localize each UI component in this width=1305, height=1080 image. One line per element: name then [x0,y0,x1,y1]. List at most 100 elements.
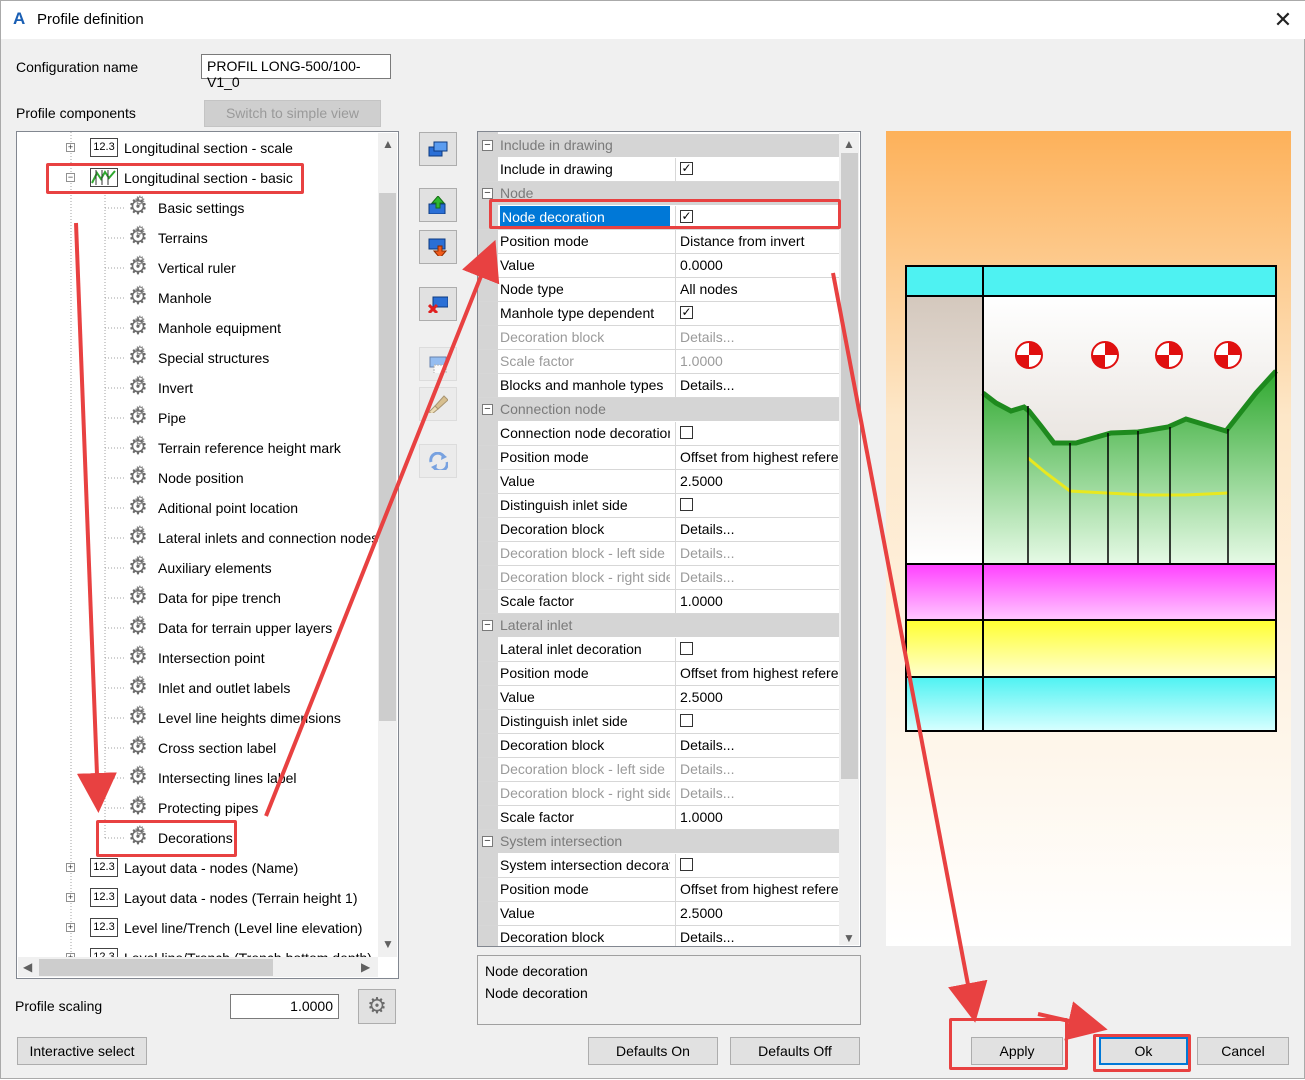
properties-scroll-up-icon[interactable]: ▲ [843,137,855,151]
expand-icon[interactable]: + [66,863,75,872]
tree-child-data-for-terrain-upper-layers[interactable]: ⚙Data for terrain upper layers [17,608,398,642]
expand-icon[interactable]: + [66,893,75,902]
tree-node[interactable]: +12.3 Layout data - nodes (Terrain height… [17,884,398,912]
switch-to-simple-view-button[interactable]: Switch to simple view [204,100,381,127]
tree-child-aditional-point-location[interactable]: ⚙Aditional point location [17,488,398,522]
checkbox-unchecked[interactable] [680,858,693,872]
property-value[interactable]: Details... [675,734,840,757]
scaling-settings-button[interactable]: ⚙ [358,989,396,1024]
property-value[interactable]: 2.5000 [675,686,840,709]
property-value[interactable]: 1.0000 [675,806,840,829]
property-row[interactable]: Value 2.5000 [478,470,840,494]
collapse-icon[interactable]: − [482,836,493,847]
property-value[interactable]: Offset from highest reference [675,878,840,901]
property-value[interactable]: ✓ [675,302,840,325]
tree-node[interactable]: +12.3 Level line/Trench (Level line eleva… [17,914,398,942]
tree-child-manhole-equipment[interactable]: ⚙Manhole equipment [17,308,398,342]
properties-scroll-thumb[interactable] [841,153,858,779]
checkbox-checked[interactable]: ✓ [680,162,693,176]
clear-format-button[interactable] [419,387,457,421]
tree-node[interactable]: +12.3 Layout data - nodes (Name) [17,854,398,882]
tree-child-intersecting-lines-label[interactable]: ⚙Intersecting lines label [17,758,398,792]
property-value[interactable]: Details... [675,782,840,805]
property-value[interactable]: 2.5000 [675,470,840,493]
defaults-off-button[interactable]: Defaults Off [730,1037,860,1065]
property-value[interactable]: Details... [675,326,840,349]
tree-child-terrain-reference-height-mark[interactable]: ⚙Terrain reference height mark [17,428,398,462]
property-row[interactable]: Decoration block Details... [478,926,840,946]
tree-vertical-scroll-thumb[interactable] [379,193,396,721]
property-row[interactable]: Value 2.5000 [478,902,840,926]
collapse-icon[interactable]: − [482,140,493,151]
property-row[interactable]: Value 2.5000 [478,686,840,710]
property-row[interactable]: Include in drawing ✓ [478,158,840,182]
property-value[interactable] [675,710,840,733]
property-value[interactable]: 2.5000 [675,902,840,925]
property-row[interactable]: Decoration block Details... [478,734,840,758]
tree-child-cross-section-label[interactable]: ⚙Cross section label [17,728,398,762]
checkbox-checked[interactable]: ✓ [680,306,693,320]
tree-child-invert[interactable]: ⚙Invert [17,368,398,402]
collapse-icon[interactable]: − [482,620,493,631]
checkbox-unchecked[interactable] [680,426,693,440]
checkbox-unchecked[interactable] [680,714,693,728]
property-row[interactable]: Node type All nodes [478,278,840,302]
copy-component-button[interactable] [419,132,457,166]
property-row[interactable]: Decoration block - right side Details... [478,566,840,590]
checkbox-unchecked[interactable] [680,642,693,656]
checkbox-unchecked[interactable] [680,498,693,512]
property-value[interactable]: Offset from highest reference [675,446,840,469]
property-row[interactable]: Scale factor 1.0000 [478,350,840,374]
scroll-left-icon[interactable]: ◀ [23,960,32,974]
property-row[interactable]: Scale factor 1.0000 [478,806,840,830]
tree-child-pipe[interactable]: ⚙Pipe [17,398,398,432]
configuration-name-field[interactable]: PROFIL LONG-500/100-V1_0 [201,54,391,90]
property-value[interactable] [675,638,840,661]
property-row[interactable]: Decoration block - left side Details... [478,758,840,782]
property-row[interactable]: Distinguish inlet side [478,494,840,518]
property-row[interactable]: Decoration block - right side Details... [478,782,840,806]
property-value[interactable] [675,854,840,877]
property-value[interactable]: Details... [675,542,840,565]
interactive-select-button[interactable]: Interactive select [17,1037,147,1065]
property-row[interactable]: System intersection decoration [478,854,840,878]
property-row[interactable]: Manhole type dependent ✓ [478,302,840,326]
delete-component-button[interactable] [419,287,457,321]
property-row[interactable]: Decoration block - left side Details... [478,542,840,566]
collapse-icon[interactable]: − [482,404,493,415]
property-value[interactable]: 1.0000 [675,590,840,613]
tree-child-inlet-and-outlet-labels[interactable]: ⚙Inlet and outlet labels [17,668,398,702]
property-value[interactable]: Details... [675,758,840,781]
properties-grid[interactable]: − Include in drawing Include in drawing ✓ − N… [477,131,861,947]
refresh-button[interactable] [419,444,457,478]
property-value[interactable] [675,494,840,517]
tree-child-basic-settings[interactable]: ⚙Basic settings [17,188,398,222]
close-icon[interactable]: ✕ [1263,5,1303,35]
property-value[interactable] [675,422,840,445]
expand-icon[interactable]: + [66,143,75,152]
property-value[interactable]: 1.0000 [675,350,840,373]
property-category[interactable]: − System intersection [478,830,840,853]
scroll-up-icon[interactable]: ▲ [382,137,394,151]
tree-child-terrains[interactable]: ⚙Terrains [17,218,398,252]
tree-child-vertical-ruler[interactable]: ⚙Vertical ruler [17,248,398,282]
property-row[interactable]: Position mode Offset from highest referen… [478,878,840,902]
tree-child-protecting-pipes[interactable]: ⚙Protecting pipes [17,788,398,822]
expand-icon[interactable]: + [66,923,75,932]
property-row[interactable]: Decoration block Details... [478,326,840,350]
property-category[interactable]: − Lateral inlet [478,614,840,637]
tree-node[interactable]: +12.3 Longitudinal section - scale [17,134,398,162]
property-row[interactable]: Position mode Distance from invert [478,230,840,254]
scroll-down-icon[interactable]: ▼ [382,937,394,951]
tree-child-special-structures[interactable]: ⚙Special structures [17,338,398,372]
property-value[interactable]: All nodes [675,278,840,301]
tree-child-manhole[interactable]: ⚙Manhole [17,278,398,312]
property-value[interactable]: Details... [675,566,840,589]
tree-child-node-position[interactable]: ⚙Node position [17,458,398,492]
property-value[interactable]: ✓ [675,158,840,181]
property-value[interactable]: Offset from highest reference [675,662,840,685]
property-row[interactable]: Blocks and manhole types Details... [478,374,840,398]
property-row[interactable]: Position mode Offset from highest referen… [478,446,840,470]
property-row[interactable]: Scale factor 1.0000 [478,590,840,614]
collapse-icon[interactable]: − [482,188,493,199]
